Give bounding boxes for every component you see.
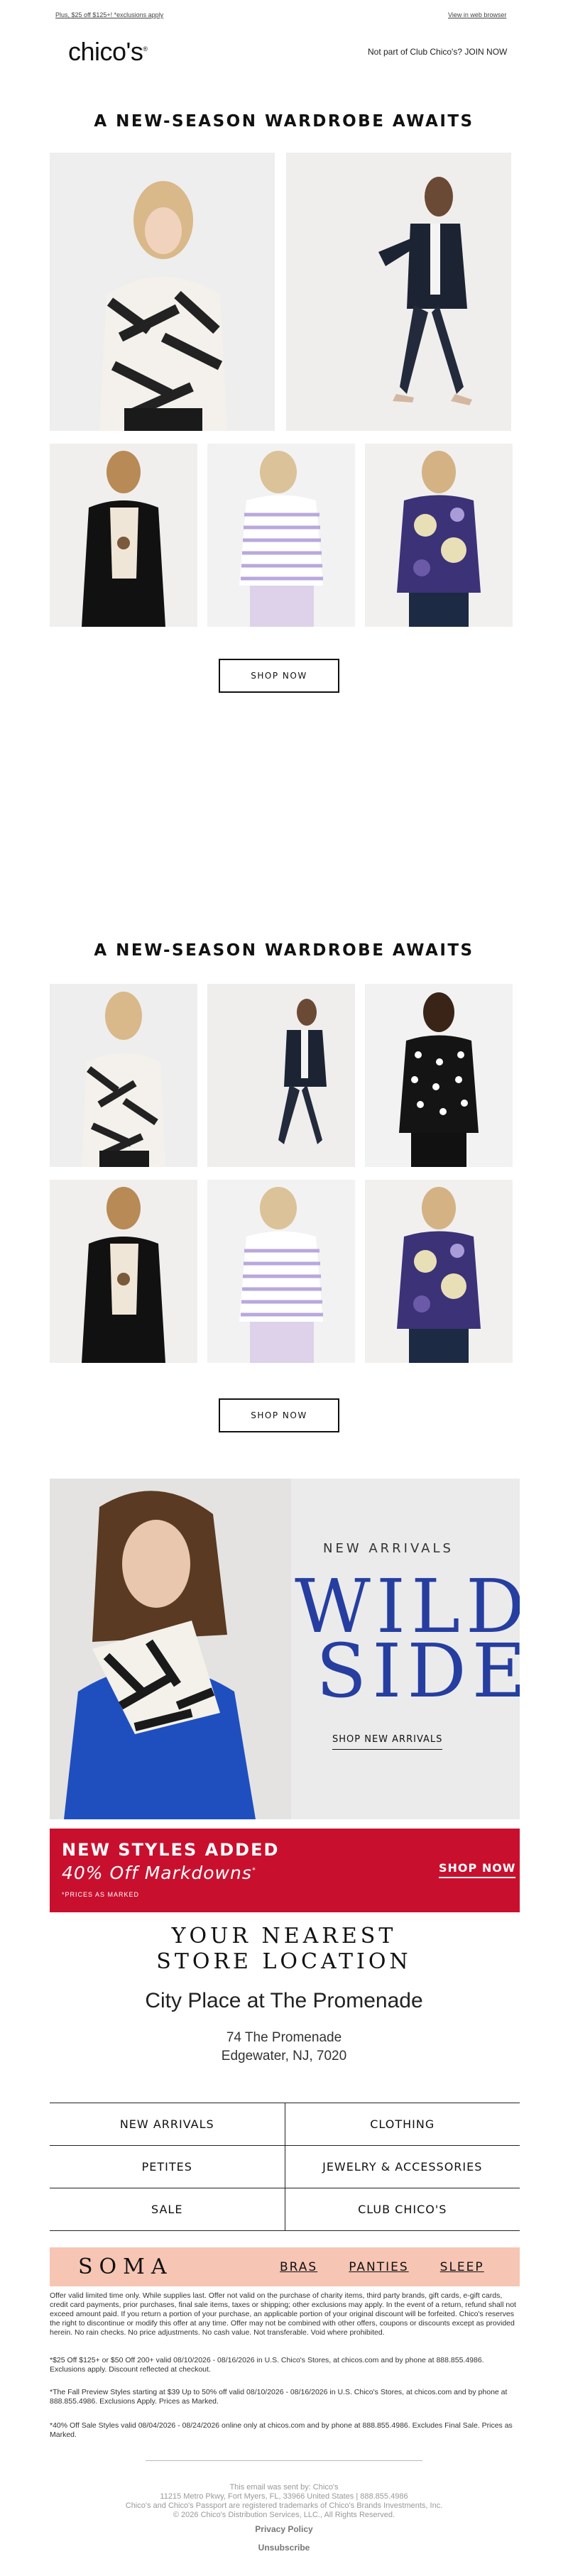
section2-title: A NEW-SEASON WARDROBE AWAITS xyxy=(94,941,474,960)
store-title-line1: YOUR NEAREST xyxy=(171,1924,397,1949)
store-address: 74 The Promenade Edgewater, NJ, 7020 xyxy=(0,2029,568,2066)
nav-clothing[interactable]: CLOTHING xyxy=(285,2103,520,2145)
soma-logo[interactable]: SOMA xyxy=(78,2254,248,2279)
category-nav: NEW ARRIVALS CLOTHING PETITES JEWELRY & … xyxy=(50,2103,520,2231)
product-image-paisley-top[interactable] xyxy=(365,444,513,627)
store-name[interactable]: City Place at The Promenade xyxy=(0,1989,568,2013)
nav-row: PETITES JEWELRY & ACCESSORIES xyxy=(50,2146,520,2188)
soma-panties-link[interactable]: PANTIES xyxy=(349,2260,408,2274)
markdowns-text: 40% Off Markdowns xyxy=(62,1863,252,1883)
promo-link[interactable]: Plus, $25 off $125+! *exclusions apply xyxy=(55,11,163,18)
chicos-logo[interactable]: chico's® xyxy=(68,37,189,72)
new-arrivals-label: NEW ARRIVALS xyxy=(323,1541,454,1556)
product-image-cream-blazer-2[interactable] xyxy=(50,1180,197,1363)
nav-sale[interactable]: SALE xyxy=(50,2188,285,2230)
markdowns-headline: 40% Off Markdowns* xyxy=(62,1863,256,1883)
product-image-paisley-top-2[interactable] xyxy=(365,1180,513,1363)
legal-offer-1: *$25 Off $125+ or $50 Off 200+ valid 08/… xyxy=(50,2356,484,2374)
product-image-cream-blazer[interactable] xyxy=(50,444,197,627)
soma-sleep-link[interactable]: SLEEP xyxy=(440,2260,484,2274)
store-title-line2: STORE LOCATION xyxy=(156,1949,412,1974)
store-address-line1: 74 The Promenade xyxy=(226,2030,342,2045)
prices-as-marked-note: *PRICES AS MARKED xyxy=(62,1891,140,1898)
nav-row: SALE CLUB CHICO'S xyxy=(50,2188,520,2231)
store-address-line2: Edgewater, NJ, 7020 xyxy=(221,2049,347,2063)
product-image-zebra-top-2[interactable] xyxy=(50,984,197,1167)
footer-address: 11215 Metro Pkwy, Fort Myers, FL, 33966 … xyxy=(160,2492,408,2501)
new-styles-added: NEW STYLES ADDED xyxy=(62,1840,280,1860)
shop-new-arrivals-link[interactable]: SHOP NEW ARRIVALS xyxy=(332,1734,443,1750)
legal-offer-2: *The Fall Preview Styles starting at $39… xyxy=(50,2388,508,2406)
markdowns-asterisk: * xyxy=(251,1866,256,1875)
product-image-black-jacket[interactable] xyxy=(286,153,511,431)
product-image-striped-polo[interactable] xyxy=(207,444,355,627)
model-photo xyxy=(50,1479,291,1819)
preheader: Plus, $25 off $125+! *exclusions apply V… xyxy=(0,0,568,35)
shop-now-button-1[interactable]: SHOP NOW xyxy=(219,659,339,693)
logo-text: chico's xyxy=(68,37,143,66)
wild-side-banner[interactable]: NEW ARRIVALS WILD SIDE SHOP NEW ARRIVALS xyxy=(50,1479,520,1819)
footer-copyright: © 2026 Chico's Distribution Services, LL… xyxy=(173,2511,395,2519)
product-image-striped-polo-2[interactable] xyxy=(207,1180,355,1363)
soma-bras-link[interactable]: BRAS xyxy=(280,2260,317,2274)
footer-info: This email was sent by: Chico's 11215 Me… xyxy=(0,2483,568,2520)
divider xyxy=(146,2460,422,2461)
store-location-title: YOUR NEAREST STORE LOCATION xyxy=(0,1924,568,1975)
nav-row: NEW ARRIVALS CLOTHING xyxy=(50,2103,520,2146)
unsubscribe-link[interactable]: Unsubscribe xyxy=(0,2543,568,2553)
legal-offer-3: *40% Off Sale Styles valid 08/04/2026 - … xyxy=(50,2421,513,2439)
footer-sent-by: This email was sent by: Chico's xyxy=(229,2483,339,2492)
nav-new-arrivals[interactable]: NEW ARRIVALS xyxy=(50,2103,285,2145)
section1-title: A NEW-SEASON WARDROBE AWAITS xyxy=(94,112,474,131)
product-image-zebra-top[interactable] xyxy=(50,153,275,431)
side-headline: SIDE xyxy=(316,1628,520,1714)
nav-club-chicos[interactable]: CLUB CHICO'S xyxy=(285,2188,520,2230)
product-image-dot-blouse[interactable] xyxy=(365,984,513,1167)
privacy-policy-link[interactable]: Privacy Policy xyxy=(0,2524,568,2534)
product-image-black-jacket-2[interactable] xyxy=(207,984,355,1167)
footer-trademark: Chico's and Chico's Passport are registe… xyxy=(125,2501,443,2510)
legal-disclaimer: Offer valid limited time only. While sup… xyxy=(50,2291,516,2337)
soma-bar: SOMA BRAS PANTIES SLEEP xyxy=(50,2247,520,2286)
markdowns-banner[interactable]: NEW STYLES ADDED 40% Off Markdowns* *PRI… xyxy=(50,1829,520,1912)
shop-now-button-2[interactable]: SHOP NOW xyxy=(219,1398,339,1432)
registered-mark: ® xyxy=(143,45,148,53)
nav-petites[interactable]: PETITES xyxy=(50,2146,285,2188)
nav-jewelry-accessories[interactable]: JEWELRY & ACCESSORIES xyxy=(285,2146,520,2188)
join-now-link[interactable]: Not part of Club Chico's? JOIN NOW xyxy=(368,47,507,57)
markdowns-shop-now-link[interactable]: SHOP NOW xyxy=(439,1861,516,1878)
web-view-link[interactable]: View in web browser xyxy=(448,11,506,18)
